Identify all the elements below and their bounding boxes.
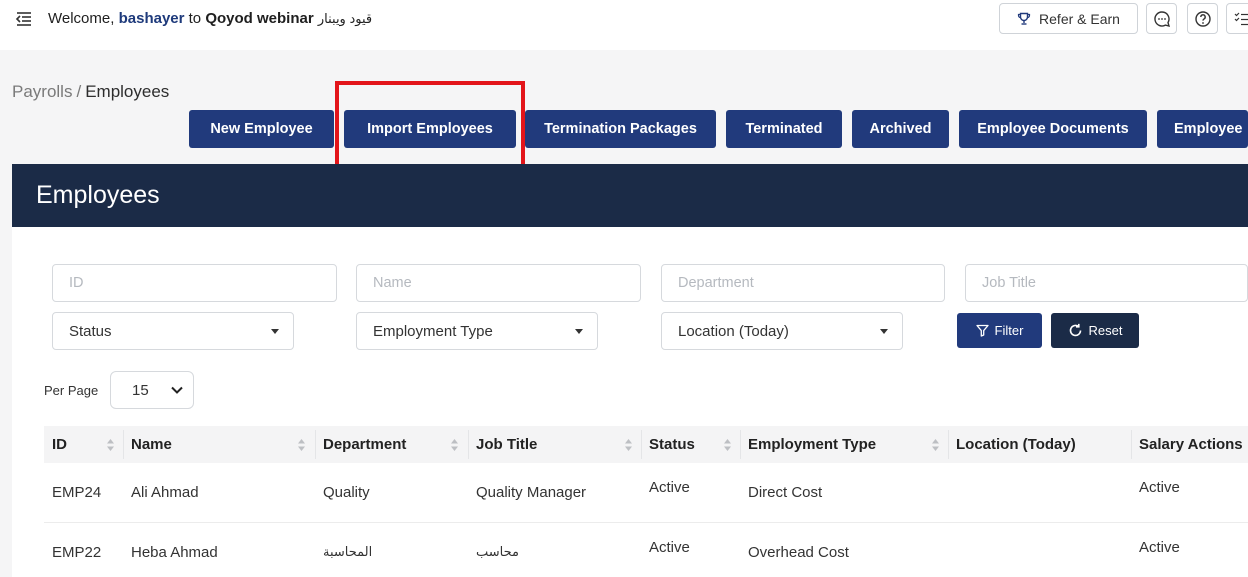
checklist-button[interactable] [1226, 3, 1248, 34]
column-header-location[interactable]: Location (Today) [956, 426, 1076, 463]
trophy-icon [1017, 12, 1031, 25]
column-divider [123, 430, 124, 459]
sort-icon[interactable] [450, 438, 459, 452]
caret-down-icon [880, 329, 888, 334]
table-row[interactable]: EMP24 Ali Ahmad Quality Quality Manager … [44, 463, 1248, 523]
location-select-value: Location (Today) [678, 322, 789, 340]
status-select-value: Status [69, 322, 112, 340]
welcome-prefix: Welcome, [48, 10, 115, 27]
column-header-id[interactable]: ID [52, 426, 67, 463]
column-header-department[interactable]: Department [323, 426, 406, 463]
breadcrumb: Payrolls / Employees [12, 82, 169, 102]
cell-name[interactable]: Ali Ahmad [131, 484, 199, 501]
caret-down-icon [575, 329, 583, 334]
breadcrumb-separator: / [76, 82, 82, 101]
top-bar: Welcome, bashayer to Qoyod webinar قيود … [0, 0, 1248, 50]
column-header-salary-actions: Salary Actions [1139, 436, 1243, 453]
per-page-select[interactable]: 15 [110, 371, 194, 409]
column-divider [948, 430, 949, 459]
column-divider [1131, 430, 1132, 459]
archived-button[interactable]: Archived [852, 110, 949, 148]
id-filter-input[interactable]: ID [52, 264, 337, 302]
username: bashayer [118, 10, 185, 27]
checklist-icon [1234, 12, 1248, 25]
panel-header: Employees [12, 164, 1248, 227]
refer-earn-label: Refer & Earn [1039, 10, 1120, 27]
terminated-button[interactable]: Terminated [726, 110, 842, 148]
panel-title: Employees [36, 181, 160, 209]
employee-more-button[interactable]: Employee [1157, 110, 1248, 148]
status-select[interactable]: Status [52, 312, 294, 350]
cell-salary-status: Active [1139, 539, 1180, 556]
cell-status: Active [649, 479, 690, 496]
cell-job-title: Quality Manager [476, 484, 587, 501]
cell-id: EMP22 [52, 544, 102, 561]
reset-icon [1069, 323, 1081, 337]
employees-panel: Employees ID Name Department Job Title S… [12, 164, 1248, 577]
filter-label: Filter [994, 323, 1024, 338]
per-page-value: 15 [132, 381, 149, 399]
department-filter-input[interactable]: Department [661, 264, 945, 302]
column-header-name[interactable]: Name [131, 426, 172, 463]
job-title-filter-input[interactable]: Job Title [965, 264, 1248, 302]
column-divider [315, 430, 316, 459]
per-page-label: Per Page [44, 383, 99, 398]
cell-salary-status: Active [1139, 479, 1180, 496]
employees-table: ID Name Department Job Title Status Empl… [44, 426, 1248, 577]
employment-type-select[interactable]: Employment Type [356, 312, 598, 350]
refer-earn-button[interactable]: Refer & Earn [999, 3, 1138, 34]
column-divider [641, 430, 642, 459]
cell-employment-type: Direct Cost [748, 484, 823, 501]
employment-type-select-value: Employment Type [373, 322, 493, 340]
menu-collapse-icon[interactable] [14, 10, 34, 28]
breadcrumb-current: Employees [85, 82, 170, 101]
welcome-message: Welcome, bashayer to Qoyod webinar قيود … [48, 10, 372, 27]
help-icon [1194, 10, 1211, 27]
cell-status: Active [649, 539, 690, 556]
column-divider [468, 430, 469, 459]
import-employees-button[interactable]: Import Employees [344, 110, 516, 148]
sort-icon[interactable] [931, 438, 940, 452]
table-row[interactable]: EMP22 Heba Ahmad المحاسبة محاسب Active O… [44, 523, 1248, 577]
chat-button[interactable] [1146, 3, 1177, 34]
company-name-ar: قيود ويبنار [317, 11, 373, 26]
table-header: ID Name Department Job Title Status Empl… [44, 426, 1248, 463]
sort-icon[interactable] [624, 438, 633, 452]
employee-documents-button[interactable]: Employee Documents [959, 110, 1147, 148]
column-header-employment-type[interactable]: Employment Type [748, 426, 876, 463]
welcome-mid: to [188, 10, 202, 27]
reset-button[interactable]: Reset [1051, 313, 1139, 348]
location-select[interactable]: Location (Today) [661, 312, 903, 350]
cell-employment-type: Overhead Cost [748, 544, 849, 561]
sort-icon[interactable] [106, 438, 115, 452]
cell-job-title: محاسب [476, 544, 519, 559]
company-name: Qoyod webinar [205, 10, 314, 27]
filter-icon [975, 324, 989, 337]
help-button[interactable] [1187, 3, 1218, 34]
name-filter-input[interactable]: Name [356, 264, 641, 302]
caret-down-icon [271, 329, 279, 334]
sort-icon[interactable] [723, 438, 732, 452]
sort-icon[interactable] [297, 438, 306, 452]
breadcrumb-payrolls[interactable]: Payrolls [12, 82, 72, 101]
cell-department: Quality [323, 484, 370, 501]
column-header-status[interactable]: Status [649, 426, 695, 463]
new-employee-button[interactable]: New Employee [189, 110, 334, 148]
reset-label: Reset [1088, 323, 1123, 338]
cell-name[interactable]: Heba Ahmad [131, 544, 218, 561]
chevron-down-icon [171, 386, 183, 394]
filter-button[interactable]: Filter [957, 313, 1042, 348]
chat-icon [1153, 10, 1170, 27]
cell-department: المحاسبة [323, 544, 373, 559]
termination-packages-button[interactable]: Termination Packages [525, 110, 716, 148]
column-header-job-title[interactable]: Job Title [476, 426, 537, 463]
column-divider [740, 430, 741, 459]
cell-id: EMP24 [52, 484, 102, 501]
